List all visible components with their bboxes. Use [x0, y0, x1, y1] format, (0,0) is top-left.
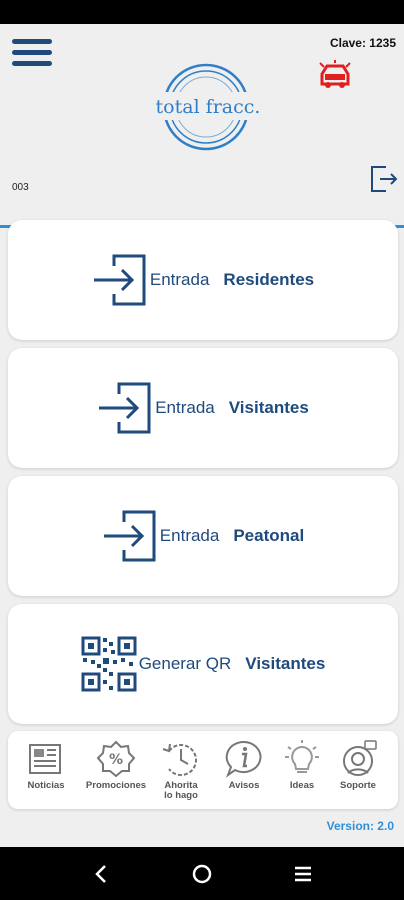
tab-label: Promociones [85, 780, 147, 791]
system-nav-bar [0, 847, 404, 900]
unit-code: 003 [12, 182, 29, 193]
info-bubble-icon [225, 740, 262, 778]
enter-icon [103, 510, 156, 562]
card-title: Visitantes [245, 654, 326, 673]
app-version: Version: 2.0 [326, 819, 394, 833]
enter-icon [93, 254, 146, 306]
home-icon[interactable] [189, 861, 215, 887]
tab-ideas[interactable]: Ideas [270, 739, 334, 805]
tab-label: Avisos [228, 780, 260, 791]
tab-noticias[interactable]: Noticias [14, 739, 78, 805]
card-title: Peatonal [233, 526, 305, 545]
total-fracc-logo: total fracc. [128, 63, 288, 151]
bottom-shortcuts-panel: Noticias % Promociones Ahorita lo hago A… [8, 731, 398, 809]
svg-text:%: % [109, 752, 123, 768]
status-bar [0, 0, 404, 24]
card-entrada-peatonal[interactable]: Entrada Peatonal [8, 476, 398, 596]
card-label: Generar QR [138, 654, 232, 673]
card-label: Entrada [149, 270, 210, 289]
tab-label: Noticias [27, 780, 65, 791]
clock-history-icon [162, 743, 197, 776]
newspaper-icon [29, 744, 61, 774]
qr-code-icon [81, 636, 137, 692]
tab-label: Ahorita lo hago [164, 780, 198, 801]
card-label: Entrada [155, 398, 215, 417]
card-title: Visitantes [228, 398, 309, 417]
card-entrada-residentes[interactable]: Entrada Residentes [8, 220, 398, 340]
access-code-label: Clave: 1235 [329, 36, 396, 50]
card-label: Entrada [159, 526, 220, 545]
tab-ahorita-lo-hago[interactable]: Ahorita lo hago [149, 739, 213, 805]
percent-badge-icon: % [96, 740, 136, 778]
logout-icon[interactable] [368, 164, 398, 194]
tab-label: Ideas [289, 780, 315, 791]
tab-soporte[interactable]: Soporte [326, 739, 390, 805]
logo-text: total fracc. [156, 96, 261, 118]
enter-icon [99, 382, 151, 434]
hamburger-menu-icon[interactable] [12, 37, 54, 69]
recents-menu-icon[interactable] [290, 861, 316, 887]
card-title: Residentes [223, 270, 315, 289]
card-generar-qr-visitantes[interactable]: Generar QR Visitantes [8, 604, 398, 724]
support-agent-icon [343, 740, 377, 776]
tab-avisos[interactable]: Avisos [212, 739, 276, 805]
car-alarm-icon[interactable] [318, 60, 352, 90]
back-icon[interactable] [88, 861, 114, 887]
card-entrada-visitantes[interactable]: Entrada Visitantes [8, 348, 398, 468]
lightbulb-icon [285, 740, 319, 773]
tab-promociones[interactable]: % Promociones [84, 739, 148, 805]
tab-label: Soporte [340, 780, 376, 791]
header: Clave: 1235 total fracc. 003 [0, 24, 404, 228]
